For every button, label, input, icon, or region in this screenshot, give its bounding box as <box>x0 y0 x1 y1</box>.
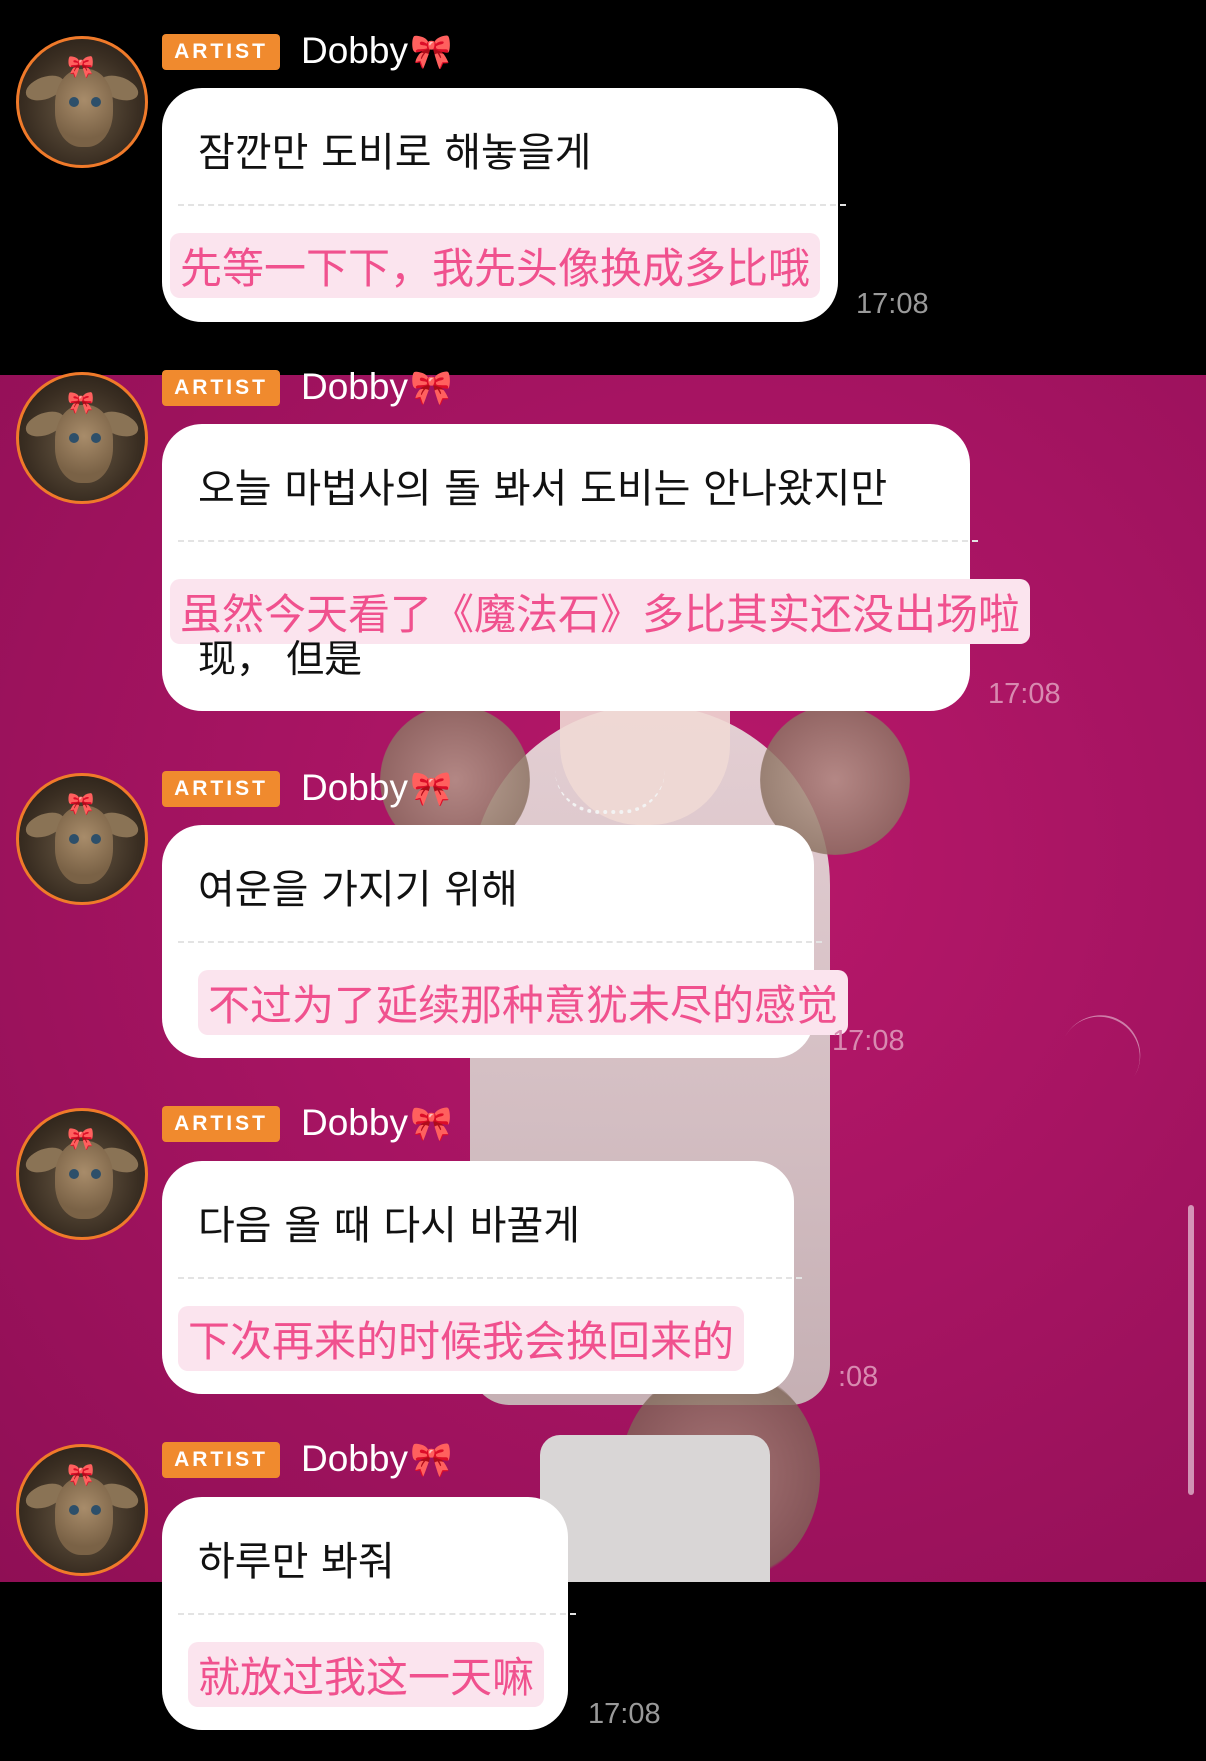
avatar[interactable]: 🎀 <box>16 773 148 905</box>
message-chinese-translation: 不过为了延续那种意犹未尽的感觉 <box>198 970 849 1035</box>
background-shirt-shape <box>540 1435 770 1582</box>
sender-name: Dobby🎀 <box>301 366 452 408</box>
message-chinese-translation: 下次再来的时候我会换回来的 <box>178 1306 745 1371</box>
avatar[interactable]: 🎀 <box>16 372 148 504</box>
sender-name-text: Dobby <box>301 1438 408 1479</box>
message-korean-text: 다음 올 때 다시 바꿀게 <box>198 1203 581 1249</box>
message-chinese-translation: 就放过我这一天嘛 <box>188 1642 545 1707</box>
artist-badge: ARTIST <box>162 34 280 70</box>
message-korean-text: 여운을 가지기 위해 <box>198 867 518 913</box>
message-korean-text: 잠깐만 도비로 해놓을게 <box>198 130 592 176</box>
sender-name: Dobby🎀 <box>301 30 452 72</box>
translation-divider <box>178 1277 802 1279</box>
avatar[interactable]: 🎀 <box>16 1444 148 1576</box>
ribbon-bow-icon: 🎀 <box>409 770 453 808</box>
sender-name-text: Dobby <box>301 366 408 407</box>
translation-divider <box>178 1613 576 1615</box>
message-korean-text: 하루만 봐줘 <box>198 1539 395 1585</box>
sender-name-text: Dobby <box>301 1102 408 1143</box>
message-bubble[interactable]: 다음 올 때 다시 바꿀게 下次再来的时候我会换回来的 <box>162 1161 802 1394</box>
ribbon-bow-icon: 🎀 <box>409 1105 453 1143</box>
artist-badge: ARTIST <box>162 370 280 406</box>
message-chinese-translation: 先等一下下，我先头像换成多比哦 <box>170 233 821 298</box>
scrollbar[interactable] <box>1188 1205 1194 1495</box>
sender-name: Dobby🎀 <box>301 1438 452 1480</box>
message-timestamp: :08 <box>838 1361 879 1393</box>
bow-icon: 🎀 <box>67 391 95 416</box>
message-timestamp: 17:08 <box>988 678 1061 710</box>
artist-badge: ARTIST <box>162 1442 280 1478</box>
message-bubble[interactable]: 잠깐만 도비로 해놓을게 先等一下下，我先头像换成多比哦 <box>162 88 846 322</box>
sender-name: Dobby🎀 <box>301 1102 452 1144</box>
translation-divider <box>178 204 846 206</box>
message-timestamp: 17:08 <box>832 1025 905 1057</box>
sender-name-text: Dobby <box>301 30 408 71</box>
ribbon-bow-icon: 🎀 <box>409 369 453 407</box>
ribbon-bow-icon: 🎀 <box>409 33 453 71</box>
bow-icon: 🎀 <box>67 792 95 817</box>
translation-divider <box>178 540 978 542</box>
artist-badge: ARTIST <box>162 771 280 807</box>
message-korean-text: 오늘 마법사의 돌 봐서 도비는 안나왔지만 <box>198 466 888 512</box>
message-timestamp: 17:08 <box>588 1698 661 1730</box>
sender-name-text: Dobby <box>301 767 408 808</box>
translation-divider <box>178 941 822 943</box>
message-extra-text: 现， 但是 <box>198 637 363 681</box>
message-timestamp: 17:08 <box>856 288 929 320</box>
message-bubble[interactable]: 하루만 봐줘 就放过我这一天嘛 <box>162 1497 576 1730</box>
background-scratch-shape <box>1044 1000 1156 1112</box>
message-bubble[interactable]: 오늘 마법사의 돌 봐서 도비는 안나왔지만 虽然今天看了《魔法石》多比其实还没… <box>162 424 1031 711</box>
bow-icon: 🎀 <box>67 1127 95 1152</box>
avatar[interactable]: 🎀 <box>16 36 148 168</box>
bow-icon: 🎀 <box>67 55 95 80</box>
artist-badge: ARTIST <box>162 1106 280 1142</box>
avatar[interactable]: 🎀 <box>16 1108 148 1240</box>
bow-icon: 🎀 <box>67 1463 95 1488</box>
sender-name: Dobby🎀 <box>301 767 452 809</box>
ribbon-bow-icon: 🎀 <box>409 1441 453 1479</box>
message-bubble[interactable]: 여운을 가지기 위해 不过为了延续那种意犹未尽的感觉 <box>162 825 849 1058</box>
